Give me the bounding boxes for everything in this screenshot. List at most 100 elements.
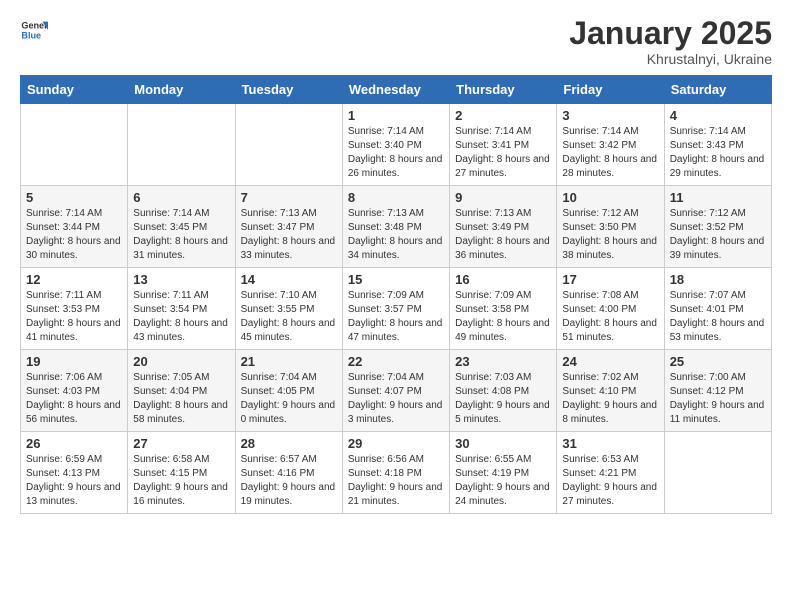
day-header-monday: Monday	[128, 76, 235, 104]
day-info: Sunrise: 7:14 AM Sunset: 3:45 PM Dayligh…	[133, 207, 229, 263]
day-number: 21	[241, 354, 337, 369]
day-number: 22	[348, 354, 444, 369]
day-number: 17	[562, 272, 658, 287]
day-info: Sunrise: 7:14 AM Sunset: 3:42 PM Dayligh…	[562, 125, 658, 181]
day-number: 3	[562, 108, 658, 123]
day-number: 2	[455, 108, 551, 123]
week-row-4: 19 Sunrise: 7:06 AM Sunset: 4:03 PM Dayli…	[21, 350, 772, 432]
day-info: Sunrise: 7:13 AM Sunset: 3:48 PM Dayligh…	[348, 207, 444, 263]
day-number: 27	[133, 436, 229, 451]
subtitle: Khrustalnyi, Ukraine	[569, 51, 772, 67]
day-info: Sunrise: 6:58 AM Sunset: 4:15 PM Dayligh…	[133, 453, 229, 509]
day-header-wednesday: Wednesday	[342, 76, 449, 104]
day-number: 26	[26, 436, 122, 451]
day-cell: 3 Sunrise: 7:14 AM Sunset: 3:42 PM Daylig…	[557, 104, 664, 186]
week-row-2: 5 Sunrise: 7:14 AM Sunset: 3:44 PM Daylig…	[21, 186, 772, 268]
svg-text:Blue: Blue	[21, 30, 41, 40]
day-cell: 8 Sunrise: 7:13 AM Sunset: 3:48 PM Daylig…	[342, 186, 449, 268]
day-number: 5	[26, 190, 122, 205]
day-number: 8	[348, 190, 444, 205]
day-info: Sunrise: 7:05 AM Sunset: 4:04 PM Dayligh…	[133, 371, 229, 427]
day-cell: 4 Sunrise: 7:14 AM Sunset: 3:43 PM Daylig…	[664, 104, 771, 186]
day-header-thursday: Thursday	[450, 76, 557, 104]
day-info: Sunrise: 7:09 AM Sunset: 3:57 PM Dayligh…	[348, 289, 444, 345]
day-number: 14	[241, 272, 337, 287]
day-info: Sunrise: 7:13 AM Sunset: 3:47 PM Dayligh…	[241, 207, 337, 263]
day-number: 30	[455, 436, 551, 451]
day-number: 10	[562, 190, 658, 205]
day-info: Sunrise: 7:11 AM Sunset: 3:53 PM Dayligh…	[26, 289, 122, 345]
day-cell	[664, 432, 771, 514]
day-number: 4	[670, 108, 766, 123]
day-number: 7	[241, 190, 337, 205]
day-info: Sunrise: 6:59 AM Sunset: 4:13 PM Dayligh…	[26, 453, 122, 509]
day-header-sunday: Sunday	[21, 76, 128, 104]
day-info: Sunrise: 7:14 AM Sunset: 3:41 PM Dayligh…	[455, 125, 551, 181]
day-cell: 25 Sunrise: 7:00 AM Sunset: 4:12 PM Dayli…	[664, 350, 771, 432]
day-cell: 11 Sunrise: 7:12 AM Sunset: 3:52 PM Dayli…	[664, 186, 771, 268]
day-info: Sunrise: 6:57 AM Sunset: 4:16 PM Dayligh…	[241, 453, 337, 509]
day-number: 20	[133, 354, 229, 369]
day-number: 15	[348, 272, 444, 287]
title-block: January 2025 Khrustalnyi, Ukraine	[569, 16, 772, 67]
day-info: Sunrise: 7:02 AM Sunset: 4:10 PM Dayligh…	[562, 371, 658, 427]
day-number: 25	[670, 354, 766, 369]
day-cell: 9Sunrise: 7:13 AM Sunset: 3:49 PM Daylig…	[450, 186, 557, 268]
day-info: Sunrise: 7:12 AM Sunset: 3:52 PM Dayligh…	[670, 207, 766, 263]
day-cell: 7 Sunrise: 7:13 AM Sunset: 3:47 PM Daylig…	[235, 186, 342, 268]
day-cell: 10 Sunrise: 7:12 AM Sunset: 3:50 PM Dayli…	[557, 186, 664, 268]
day-header-friday: Friday	[557, 76, 664, 104]
day-cell: 12Sunrise: 7:11 AM Sunset: 3:53 PM Dayli…	[21, 268, 128, 350]
day-number: 13	[133, 272, 229, 287]
day-number: 6	[133, 190, 229, 205]
day-info: Sunrise: 7:14 AM Sunset: 3:43 PM Dayligh…	[670, 125, 766, 181]
day-number: 19	[26, 354, 122, 369]
day-number: 23	[455, 354, 551, 369]
day-number: 28	[241, 436, 337, 451]
day-cell: 27 Sunrise: 6:58 AM Sunset: 4:15 PM Dayli…	[128, 432, 235, 514]
day-cell: 28 Sunrise: 6:57 AM Sunset: 4:16 PM Dayli…	[235, 432, 342, 514]
day-header-tuesday: Tuesday	[235, 76, 342, 104]
day-info: Sunrise: 7:14 AM Sunset: 3:44 PM Dayligh…	[26, 207, 122, 263]
day-cell: 1Sunrise: 7:14 AM Sunset: 3:40 PM Daylig…	[342, 104, 449, 186]
calendar-table: SundayMondayTuesdayWednesdayThursdayFrid…	[20, 75, 772, 514]
logo: General Blue	[20, 16, 48, 44]
day-info: Sunrise: 6:53 AM Sunset: 4:21 PM Dayligh…	[562, 453, 658, 509]
day-cell: 19 Sunrise: 7:06 AM Sunset: 4:03 PM Dayli…	[21, 350, 128, 432]
day-info: Sunrise: 7:04 AM Sunset: 4:07 PM Dayligh…	[348, 371, 444, 427]
day-number: 11	[670, 190, 766, 205]
day-number: 9	[455, 190, 551, 205]
day-cell	[128, 104, 235, 186]
day-number: 16	[455, 272, 551, 287]
page-header: General Blue January 2025 Khrustalnyi, U…	[20, 16, 772, 67]
calendar-header: SundayMondayTuesdayWednesdayThursdayFrid…	[21, 76, 772, 104]
day-number: 24	[562, 354, 658, 369]
day-cell: 5 Sunrise: 7:14 AM Sunset: 3:44 PM Daylig…	[21, 186, 128, 268]
day-number: 1	[348, 108, 444, 123]
day-cell: 18 Sunrise: 7:07 AM Sunset: 4:01 PM Dayli…	[664, 268, 771, 350]
day-cell: 23Sunrise: 7:03 AM Sunset: 4:08 PM Dayli…	[450, 350, 557, 432]
calendar-body: 1Sunrise: 7:14 AM Sunset: 3:40 PM Daylig…	[21, 104, 772, 514]
day-cell: 16 Sunrise: 7:09 AM Sunset: 3:58 PM Dayli…	[450, 268, 557, 350]
day-info: Sunrise: 7:12 AM Sunset: 3:50 PM Dayligh…	[562, 207, 658, 263]
day-cell: 21 Sunrise: 7:04 AM Sunset: 4:05 PM Dayli…	[235, 350, 342, 432]
day-cell	[235, 104, 342, 186]
day-cell: 26 Sunrise: 6:59 AM Sunset: 4:13 PM Dayli…	[21, 432, 128, 514]
day-number: 31	[562, 436, 658, 451]
day-info: Sunrise: 7:10 AM Sunset: 3:55 PM Dayligh…	[241, 289, 337, 345]
week-row-5: 26 Sunrise: 6:59 AM Sunset: 4:13 PM Dayli…	[21, 432, 772, 514]
day-cell: 17 Sunrise: 7:08 AM Sunset: 4:00 PM Dayli…	[557, 268, 664, 350]
day-info: Sunrise: 7:08 AM Sunset: 4:00 PM Dayligh…	[562, 289, 658, 345]
day-info: Sunrise: 7:07 AM Sunset: 4:01 PM Dayligh…	[670, 289, 766, 345]
day-cell: 15 Sunrise: 7:09 AM Sunset: 3:57 PM Dayli…	[342, 268, 449, 350]
day-info: Sunrise: 7:00 AM Sunset: 4:12 PM Dayligh…	[670, 371, 766, 427]
week-row-1: 1Sunrise: 7:14 AM Sunset: 3:40 PM Daylig…	[21, 104, 772, 186]
day-number: 18	[670, 272, 766, 287]
day-info: Sunrise: 7:06 AM Sunset: 4:03 PM Dayligh…	[26, 371, 122, 427]
day-cell: 29Sunrise: 6:56 AM Sunset: 4:18 PM Dayli…	[342, 432, 449, 514]
day-info: Sunrise: 6:55 AM Sunset: 4:19 PM Dayligh…	[455, 453, 551, 509]
day-cell: 6 Sunrise: 7:14 AM Sunset: 3:45 PM Daylig…	[128, 186, 235, 268]
day-info: Sunrise: 6:56 AM Sunset: 4:18 PM Dayligh…	[348, 453, 444, 509]
day-info: Sunrise: 7:04 AM Sunset: 4:05 PM Dayligh…	[241, 371, 337, 427]
day-info: Sunrise: 7:09 AM Sunset: 3:58 PM Dayligh…	[455, 289, 551, 345]
